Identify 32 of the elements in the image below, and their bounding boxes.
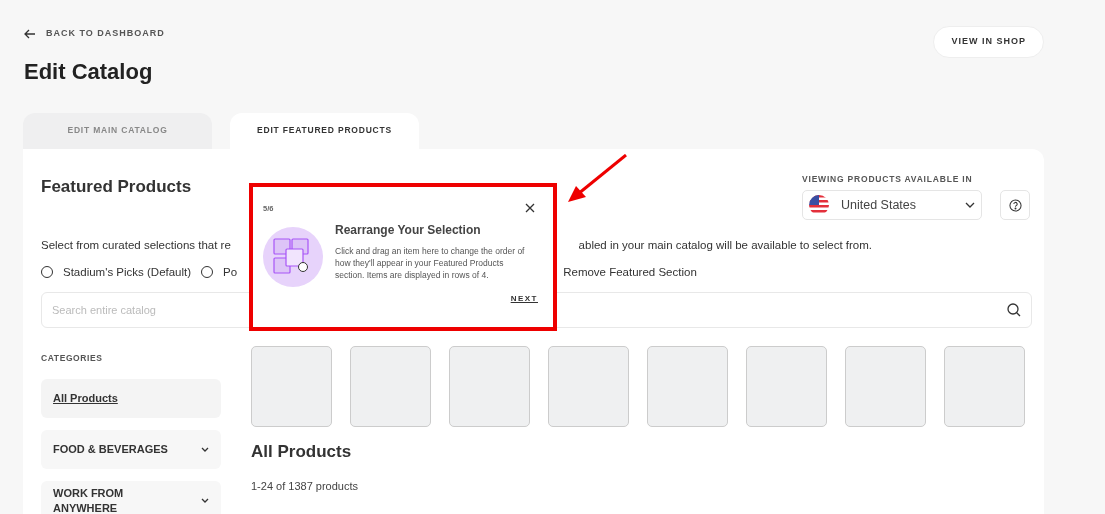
all-products-title: All Products [251,440,353,463]
help-icon [1008,198,1022,212]
tour-description: Click and drag an item here to change the order of how they'll appear in your Featured Products section. Items are displayed in rows of 4. [335,245,526,282]
next-link[interactable]: NEXT [510,293,538,306]
region-label: VIEWING PRODUCTS AVAILABLE IN [802,172,974,186]
product-count: 1-24 of 1387 products [251,479,360,495]
chevron-down-icon [201,446,209,452]
radio-option[interactable]: Po [201,263,238,281]
tab[interactable]: EDIT FEATURED PRODUCTS [230,112,419,149]
category-item[interactable]: FOOD & BEVERAGES [41,429,221,469]
rearrange-illustration-icon [263,227,323,288]
description-text: Select from curated selections that re [41,238,231,254]
view-in-shop-button[interactable]: VIEW IN SHOP [933,26,1044,58]
close-button[interactable] [525,201,535,215]
tour-title: Rearrange Your Selection [335,222,482,240]
flag-icon [809,195,829,216]
back-link[interactable]: BACK TO DASHBOARD [24,27,165,41]
radio-option[interactable]: Stadium's Picks (Default) [41,263,192,281]
help-button[interactable] [1000,190,1030,221]
category-item[interactable]: All Products [41,378,221,418]
description-text: abled in your main catalog will be available to select from. [578,238,872,254]
back-arrow-icon [24,28,36,39]
chevron-down-icon [965,202,975,209]
chevron-down-icon [201,498,209,503]
close-icon [525,202,535,213]
country-dropdown[interactable]: United States [802,190,982,221]
categories-heading: CATEGORIES [41,351,104,365]
category-item[interactable]: WORK FROM ANYWHERE [41,480,221,514]
section-title: Featured Products [41,175,192,198]
page-title: Edit Catalog [24,57,154,86]
radio-option[interactable]: Remove Featured Section [563,263,697,281]
search-icon [1007,302,1021,317]
